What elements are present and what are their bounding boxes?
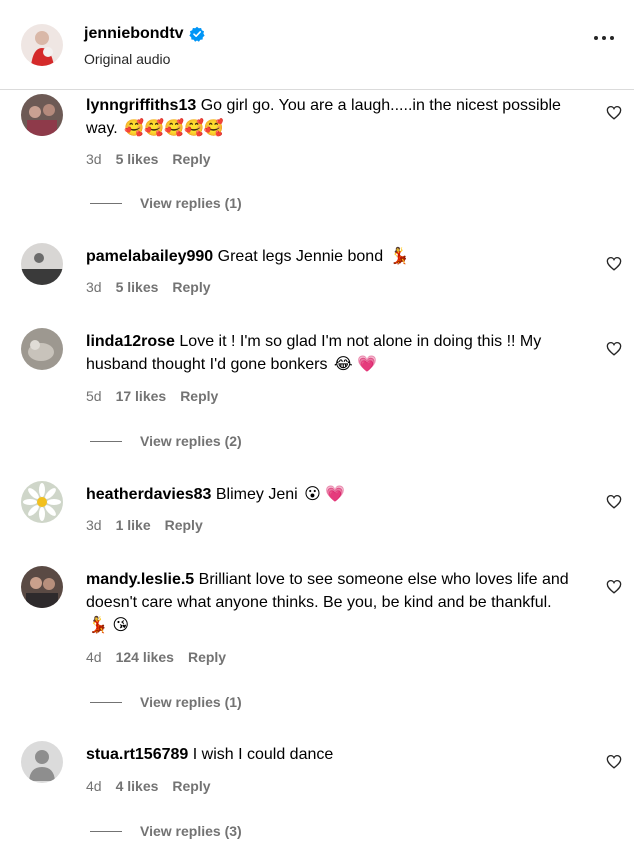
- comment-text-block: mandy.leslie.5 Brilliant love to see som…: [86, 568, 586, 637]
- comment-emojis: 😮 💗: [304, 486, 346, 503]
- post-header: jenniebondtv Original audio: [0, 0, 634, 90]
- avatar[interactable]: [21, 481, 63, 523]
- audio-label[interactable]: Original audio: [84, 51, 170, 67]
- reply-button[interactable]: Reply: [172, 778, 210, 794]
- comment-meta: 4d 124 likes Reply: [86, 649, 226, 665]
- comment-likes[interactable]: 5 likes: [116, 151, 159, 167]
- comment-time[interactable]: 5d: [86, 388, 102, 404]
- avatar[interactable]: [21, 566, 63, 608]
- comment-username[interactable]: pamelabailey990: [86, 248, 213, 265]
- replies-divider: [90, 830, 122, 832]
- comment-likes[interactable]: 1 like: [116, 517, 151, 533]
- heart-icon[interactable]: [606, 754, 622, 769]
- comment-meta: 3d 1 like Reply: [86, 517, 203, 533]
- comment-text-block: lynngriffiths13 Go girl go. You are a la…: [86, 94, 586, 140]
- reply-button[interactable]: Reply: [165, 517, 203, 533]
- view-replies-label: View replies (1): [140, 195, 242, 211]
- comment-likes[interactable]: 124 likes: [116, 649, 174, 665]
- comment-meta: 5d 17 likes Reply: [86, 388, 218, 404]
- avatar[interactable]: [21, 243, 63, 285]
- comment-username[interactable]: stua.rt156789: [86, 746, 188, 763]
- comment-time[interactable]: 3d: [86, 151, 102, 167]
- view-replies-button[interactable]: View replies (3): [90, 823, 242, 839]
- comment-emojis: 😂 💗: [333, 356, 377, 373]
- heart-icon[interactable]: [606, 494, 622, 509]
- avatar[interactable]: [21, 94, 63, 136]
- comment-emojis: 💃: [389, 248, 410, 265]
- comment-text: Great legs Jennie bond: [217, 248, 384, 265]
- comment-meta: 3d 5 likes Reply: [86, 279, 211, 295]
- default-avatar-icon[interactable]: [21, 741, 63, 783]
- view-replies-button[interactable]: View replies (2): [90, 433, 242, 449]
- comment-text-block: linda12rose Love it ! I'm so glad I'm no…: [86, 330, 586, 376]
- comment-text: I wish I could dance: [192, 746, 334, 763]
- heart-icon[interactable]: [606, 579, 622, 594]
- comment-likes[interactable]: 5 likes: [116, 279, 159, 295]
- replies-divider: [90, 440, 122, 442]
- view-replies-button[interactable]: View replies (1): [90, 694, 242, 710]
- comment-time[interactable]: 3d: [86, 279, 102, 295]
- replies-divider: [90, 701, 122, 703]
- reply-button[interactable]: Reply: [180, 388, 218, 404]
- comment-username[interactable]: lynngriffiths13: [86, 97, 196, 114]
- verified-icon: [188, 26, 205, 42]
- comment-time[interactable]: 4d: [86, 778, 102, 794]
- comment-username[interactable]: mandy.leslie.5: [86, 571, 194, 588]
- replies-divider: [90, 202, 122, 204]
- comment-text-block: stua.rt156789 I wish I could dance: [86, 743, 586, 766]
- comment-meta: 4d 4 likes Reply: [86, 778, 211, 794]
- comment-text: Blimey Jeni: [215, 486, 298, 503]
- heart-icon[interactable]: [606, 256, 622, 271]
- comment-meta: 3d 5 likes Reply: [86, 151, 211, 167]
- view-replies-label: View replies (3): [140, 823, 242, 839]
- comment-likes[interactable]: 17 likes: [116, 388, 167, 404]
- comment-emojis: 💃 😘: [88, 617, 130, 634]
- comment-time[interactable]: 4d: [86, 649, 102, 665]
- avatar[interactable]: [21, 328, 63, 370]
- reply-button[interactable]: Reply: [172, 151, 210, 167]
- heart-icon[interactable]: [606, 105, 622, 120]
- reply-button[interactable]: Reply: [172, 279, 210, 295]
- comment-likes[interactable]: 4 likes: [116, 778, 159, 794]
- more-options-icon[interactable]: [594, 36, 614, 40]
- comment-emojis: 🥰🥰🥰🥰🥰: [124, 120, 224, 137]
- reply-button[interactable]: Reply: [188, 649, 226, 665]
- comment-username[interactable]: heatherdavies83: [86, 486, 211, 503]
- comment-text-block: heatherdavies83 Blimey Jeni 😮 💗: [86, 483, 586, 506]
- view-replies-label: View replies (2): [140, 433, 242, 449]
- comment-text-block: pamelabailey990 Great legs Jennie bond 💃: [86, 245, 586, 268]
- post-author-name[interactable]: jenniebondtv: [84, 25, 184, 43]
- heart-icon[interactable]: [606, 341, 622, 356]
- view-replies-button[interactable]: View replies (1): [90, 195, 242, 211]
- comment-time[interactable]: 3d: [86, 517, 102, 533]
- view-replies-label: View replies (1): [140, 694, 242, 710]
- comment-username[interactable]: linda12rose: [86, 333, 175, 350]
- post-author[interactable]: jenniebondtv: [84, 25, 205, 43]
- avatar[interactable]: [21, 24, 63, 66]
